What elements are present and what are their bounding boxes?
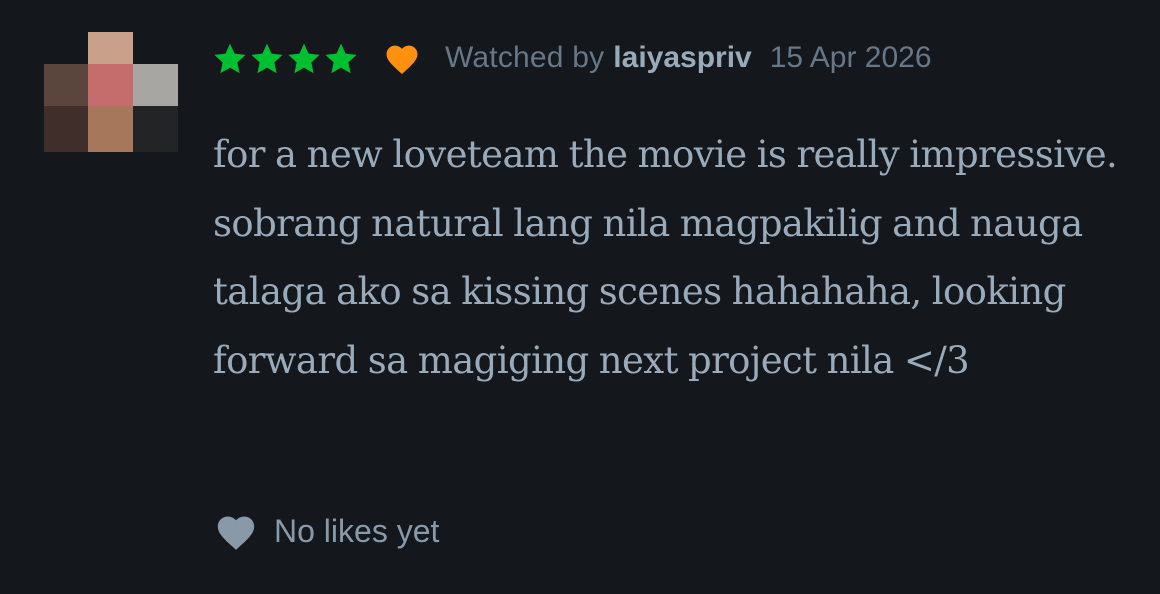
avatar-pixel	[44, 106, 88, 152]
review-date[interactable]: 15 Apr 2026	[770, 41, 932, 75]
avatar-pixel	[88, 32, 133, 64]
star-icon	[325, 43, 357, 73]
star-shape	[214, 43, 246, 73]
like-heart-shape	[217, 516, 255, 550]
star-icon	[251, 43, 283, 73]
star-shape	[325, 43, 357, 73]
avatar-pixel	[133, 106, 178, 152]
likes-count-label: No likes yet	[274, 512, 440, 549]
watched-by-label: Watched by	[445, 41, 605, 74]
star-icon	[214, 43, 246, 73]
star-icon	[288, 43, 320, 73]
username-link[interactable]: laiyaspriv	[613, 41, 751, 75]
star-shape	[251, 43, 283, 73]
heart-icon[interactable]	[213, 511, 259, 551]
review-meta: Watched by laiyaspriv 15 Apr 2026	[213, 36, 932, 80]
star-rating	[213, 42, 361, 75]
avatar-pixel	[88, 106, 133, 152]
avatar-pixel	[88, 64, 133, 106]
avatar-pixel	[44, 64, 88, 106]
user-avatar[interactable]	[44, 32, 178, 152]
likes-row[interactable]: No likes yet	[213, 508, 439, 554]
liked-heart-shape	[386, 45, 418, 74]
star-shape	[288, 43, 320, 73]
review-text: for a new loveteam the movie is really i…	[213, 133, 1118, 382]
heart-icon	[386, 45, 418, 74]
avatar-pixel	[133, 64, 178, 106]
